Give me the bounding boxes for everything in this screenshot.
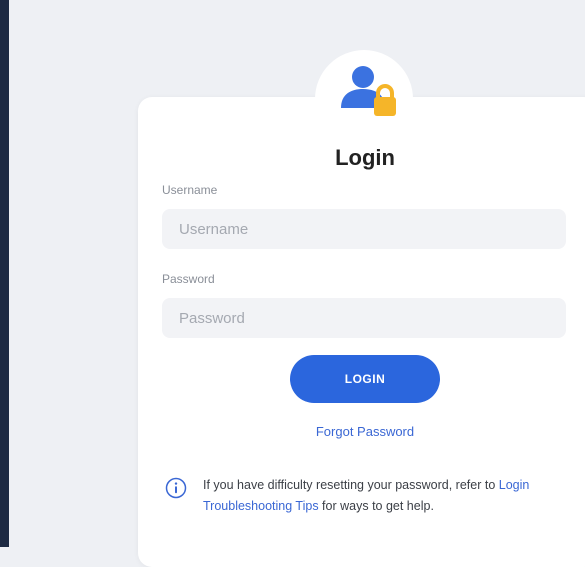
username-input[interactable] [162, 209, 566, 249]
left-sidebar-edge [0, 0, 9, 547]
username-label: Username [162, 183, 218, 197]
login-button[interactable]: LOGIN [290, 355, 440, 403]
info-text-after: for ways to get help. [318, 499, 434, 513]
password-input[interactable] [162, 298, 566, 338]
password-label: Password [162, 272, 215, 286]
info-circle-icon [165, 477, 187, 499]
forgot-password-link[interactable]: Forgot Password [0, 424, 585, 439]
help-info-text: If you have difficulty resetting your pa… [203, 475, 543, 517]
info-text-before: If you have difficulty resetting your pa… [203, 478, 499, 492]
page-title: Login [335, 145, 395, 170]
user-lock-icon [341, 66, 396, 116]
